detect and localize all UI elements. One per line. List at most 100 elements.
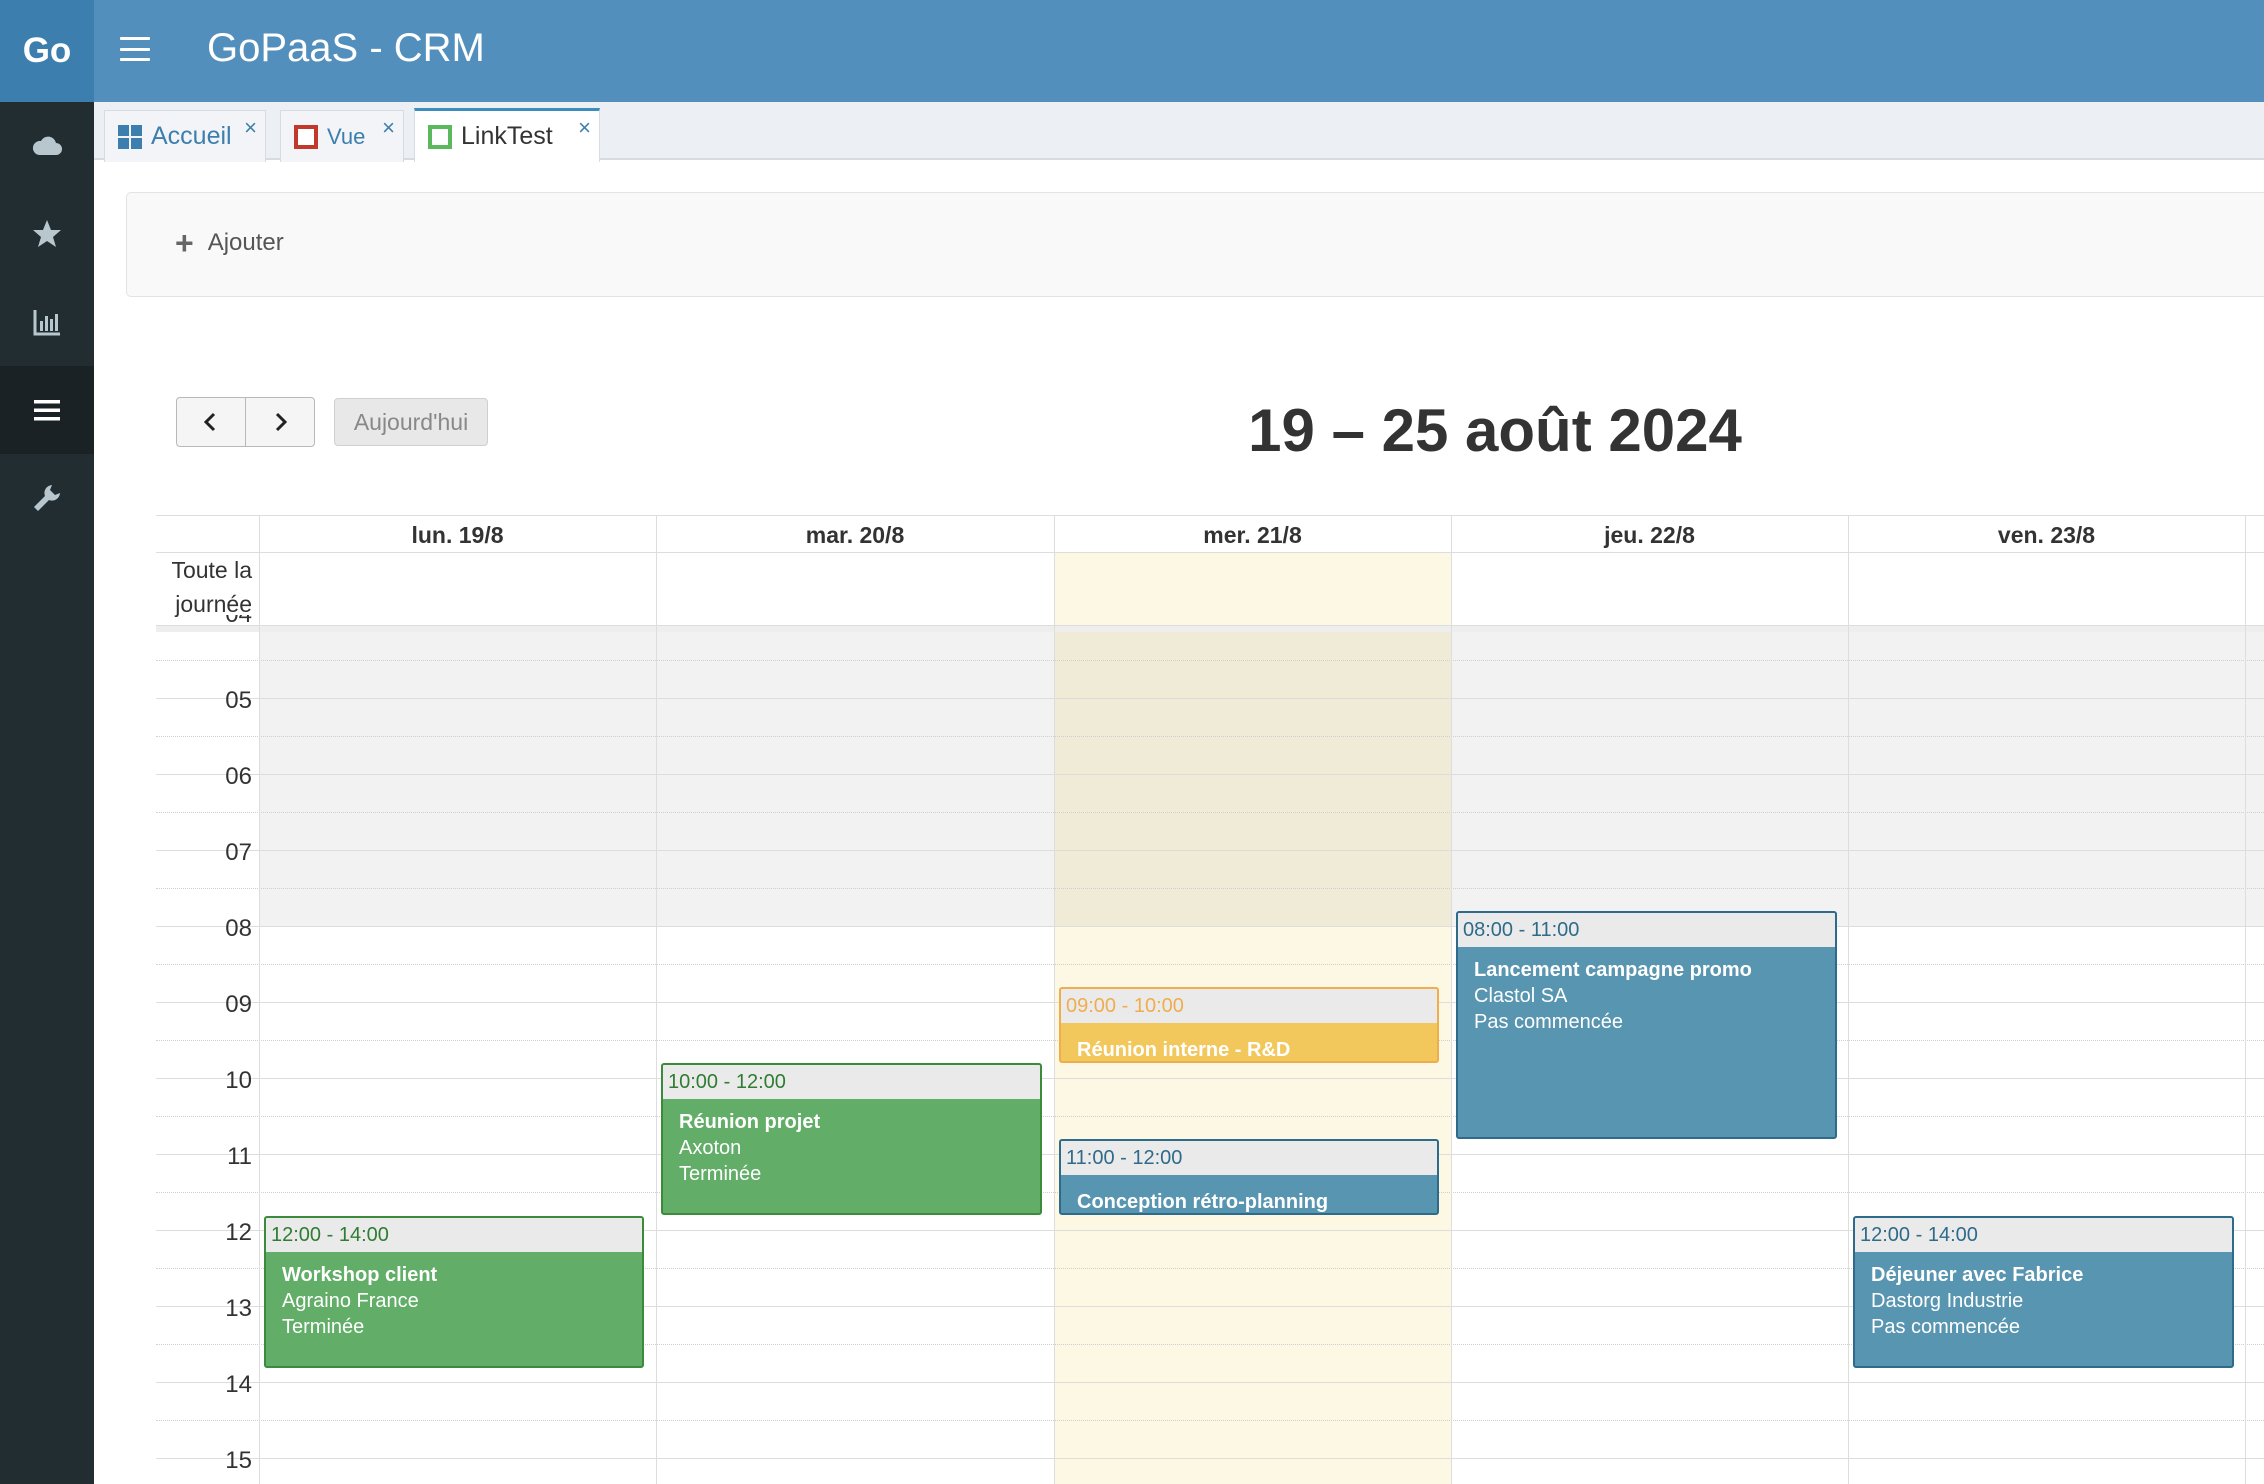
hour-label: 09: [225, 991, 252, 1018]
day-header-wed: mer. 21/8: [1203, 522, 1302, 548]
day-header-mon: lun. 19/8: [411, 522, 504, 548]
sidebar-item-cloud[interactable]: [0, 102, 94, 190]
action-toolbar: + Ajouter: [126, 192, 2264, 297]
app-title: GoPaaS - CRM: [207, 26, 485, 70]
event-time: 10:00 - 12:00: [663, 1065, 1040, 1099]
tab-label: Vue: [327, 123, 366, 149]
event-time: 08:00 - 11:00: [1458, 913, 1835, 947]
grid-icon: [117, 124, 143, 150]
tab-bar: Accueil × Vue × LinkTest ×: [94, 102, 2264, 162]
close-icon[interactable]: ×: [382, 115, 395, 141]
event-status: Pas commencée: [1474, 1011, 1623, 1033]
grid-line: [156, 964, 2264, 965]
sidebar-item-list[interactable]: [0, 366, 94, 454]
calendar-grid: lun. 19/8 mar. 20/8 mer. 21/8 jeu. 22/8 …: [156, 515, 2264, 1484]
event-company: Axoton: [679, 1137, 742, 1159]
day-header-thu: jeu. 22/8: [1604, 522, 1695, 548]
event-status: Pas commencée: [1871, 1316, 2020, 1338]
close-icon[interactable]: ×: [578, 115, 591, 141]
menu-toggle-icon[interactable]: [120, 34, 150, 64]
calendar-event[interactable]: 11:00 - 12:00 Conception rétro-planning: [1059, 1139, 1439, 1215]
calendar-event[interactable]: 09:00 - 10:00 Réunion interne - R&D: [1059, 987, 1439, 1063]
grid-line: [156, 625, 2264, 626]
grid-line: [156, 1078, 2264, 1079]
sidebar: Go: [0, 0, 94, 1484]
hour-label: 07: [225, 839, 252, 866]
grid-line: [156, 926, 2264, 927]
hour-label: 06: [225, 763, 252, 790]
sidebar-item-reports[interactable]: [0, 278, 94, 366]
tab-linktest[interactable]: LinkTest ×: [414, 108, 600, 162]
star-icon: [33, 220, 61, 247]
app-logo[interactable]: Go: [0, 0, 94, 102]
hour-label: 11: [227, 1143, 252, 1170]
grid-line: [156, 812, 2264, 813]
grid-line: [1451, 515, 1452, 1484]
event-title: Workshop client: [282, 1264, 438, 1286]
grid-line: [156, 1382, 2264, 1383]
grid-line: [156, 1116, 2264, 1117]
event-time: 11:00 - 12:00: [1061, 1141, 1437, 1175]
hour-label: 04: [156, 615, 252, 629]
green-square-icon: [427, 124, 453, 150]
grid-line: [156, 850, 2264, 851]
red-square-icon: [293, 124, 319, 150]
tab-label: LinkTest: [461, 122, 553, 150]
event-time: 09:00 - 10:00: [1061, 989, 1437, 1023]
calendar-title: 19 – 25 août 2024: [1248, 397, 1742, 464]
sidebar-item-favorites[interactable]: [0, 190, 94, 278]
hour-label: 05: [225, 687, 252, 714]
tab-label: Accueil: [151, 122, 232, 150]
grid-line: [156, 698, 2264, 699]
event-time: 12:00 - 14:00: [1855, 1218, 2232, 1252]
tab-vue[interactable]: Vue ×: [280, 110, 404, 162]
allday-separator: [156, 625, 2264, 632]
hour-label: 15: [225, 1447, 252, 1474]
grid-line: [656, 515, 657, 1484]
event-title: Réunion projet: [679, 1111, 821, 1133]
wrench-icon: [34, 485, 60, 511]
event-company: Dastorg Industrie: [1871, 1290, 2024, 1312]
today-button[interactable]: Aujourd'hui: [334, 398, 488, 446]
grid-line: [156, 1420, 2264, 1421]
hour-label: 13: [225, 1295, 252, 1322]
add-button[interactable]: + Ajouter: [175, 227, 284, 259]
hour-label: 08: [225, 915, 252, 942]
grid-line: [156, 1458, 2264, 1459]
event-status: Terminée: [282, 1316, 365, 1338]
grid-line: [156, 660, 2264, 661]
cloud-icon: [32, 136, 62, 155]
event-company: Agraino France: [282, 1290, 419, 1312]
off-hours-shading: [259, 632, 2264, 926]
close-icon[interactable]: ×: [244, 115, 257, 141]
grid-line: [156, 888, 2264, 889]
event-time: 12:00 - 14:00: [266, 1218, 642, 1252]
tab-accueil[interactable]: Accueil ×: [104, 110, 266, 162]
event-title: Réunion interne - R&D: [1077, 1039, 1291, 1061]
grid-line: [2245, 515, 2246, 1484]
calendar-event[interactable]: 10:00 - 12:00 Réunion projet Axoton Term…: [661, 1063, 1042, 1215]
grid-line: [156, 552, 2264, 553]
day-header-tue: mar. 20/8: [805, 522, 905, 548]
grid-line: [156, 736, 2264, 737]
grid-line: [156, 774, 2264, 775]
add-label: Ajouter: [207, 229, 284, 256]
day-header-fri: ven. 23/8: [1997, 522, 2096, 548]
chevron-right-icon: [275, 412, 288, 432]
grid-line: [259, 515, 260, 1484]
next-week-button[interactable]: [245, 397, 315, 447]
event-title: Lancement campagne promo: [1474, 959, 1752, 981]
plus-icon: +: [175, 225, 194, 261]
calendar-event[interactable]: 12:00 - 14:00 Workshop client Agraino Fr…: [264, 1216, 644, 1368]
sidebar-item-tools[interactable]: [0, 454, 94, 542]
chevron-left-icon: [203, 412, 216, 432]
event-company: Clastol SA: [1474, 985, 1568, 1007]
prev-week-button[interactable]: [176, 397, 246, 447]
grid-line: [1054, 515, 1055, 1484]
hour-label: 12: [225, 1219, 252, 1246]
calendar-event[interactable]: 12:00 - 14:00 Déjeuner avec Fabrice Dast…: [1853, 1216, 2234, 1368]
event-title: Déjeuner avec Fabrice: [1871, 1264, 2084, 1286]
calendar-event[interactable]: 08:00 - 11:00 Lancement campagne promo C…: [1456, 911, 1837, 1139]
grid-line: [1848, 515, 1849, 1484]
list-icon: [34, 400, 60, 421]
